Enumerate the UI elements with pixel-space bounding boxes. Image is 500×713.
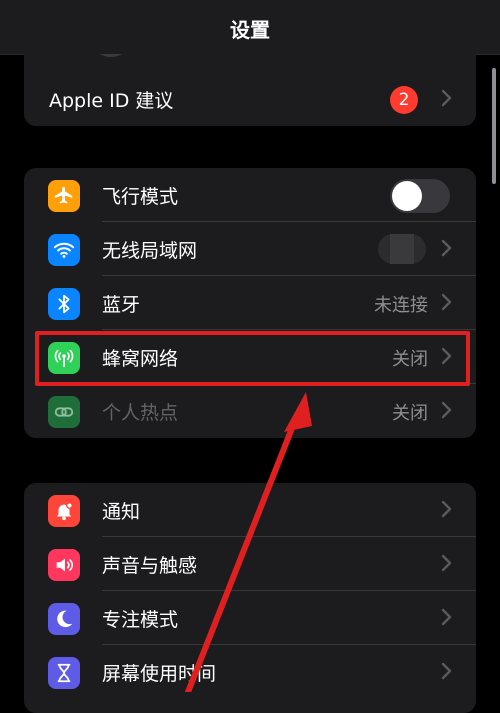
notifications-row[interactable]: 通知 xyxy=(24,483,476,537)
bluetooth-label: 蓝牙 xyxy=(102,294,141,316)
chevron-right-icon xyxy=(441,239,452,257)
bluetooth-row[interactable]: 蓝牙 未连接 xyxy=(24,276,476,330)
apple-id-suggestions-row[interactable]: Apple ID 建议 2 xyxy=(24,72,476,126)
notifications-label: 通知 xyxy=(102,501,141,523)
chevron-right-icon xyxy=(441,401,452,419)
navigation-bar: 设置 xyxy=(0,0,500,55)
chevron-right-icon xyxy=(441,662,452,680)
moon-icon xyxy=(48,603,80,635)
airplane-mode-label: 飞行模式 xyxy=(102,186,179,208)
chain-link-icon xyxy=(48,396,80,428)
annotation-highlight-box xyxy=(35,331,470,386)
sounds-row[interactable]: 声音与触感 xyxy=(24,537,476,591)
wifi-label: 无线局域网 xyxy=(102,240,198,262)
wifi-network-name-redacted xyxy=(378,234,426,264)
speaker-icon xyxy=(48,549,80,581)
toggle-knob xyxy=(392,181,422,211)
airplane-mode-toggle[interactable] xyxy=(390,179,450,213)
screen-time-row[interactable]: 屏幕使用时间 xyxy=(24,645,476,699)
hotspot-status: 关闭 xyxy=(392,403,428,424)
chevron-right-icon xyxy=(441,293,452,311)
focus-row[interactable]: 专注模式 xyxy=(24,591,476,645)
screen-time-label: 屏幕使用时间 xyxy=(102,663,217,685)
apple-id-group: Apple ID 建议 2 xyxy=(24,54,476,126)
notification-badge: 2 xyxy=(390,86,418,114)
page-title: 设置 xyxy=(230,18,270,42)
hotspot-label: 个人热点 xyxy=(102,402,179,424)
chevron-right-icon xyxy=(441,554,452,572)
notifications-group: 通知 声音与触感 专注模式 屏幕使用时间 xyxy=(24,483,476,713)
apple-id-suggestions-label: Apple ID 建议 xyxy=(49,90,174,112)
bluetooth-status: 未连接 xyxy=(374,295,428,316)
bluetooth-icon xyxy=(48,288,80,320)
wifi-row[interactable]: 无线局域网 xyxy=(24,222,476,276)
airplane-icon xyxy=(48,180,80,212)
wifi-icon xyxy=(48,234,80,266)
chevron-right-icon xyxy=(441,500,452,518)
airplane-mode-row[interactable]: 飞行模式 xyxy=(24,168,476,222)
sounds-label: 声音与触感 xyxy=(102,555,198,577)
chevron-right-icon xyxy=(441,89,452,107)
avatar xyxy=(88,54,134,57)
scrollbar[interactable] xyxy=(492,68,496,184)
bell-icon xyxy=(48,495,80,527)
hourglass-icon xyxy=(48,657,80,689)
chevron-right-icon xyxy=(441,608,452,626)
hotspot-row[interactable]: 个人热点 关闭 xyxy=(24,384,476,438)
network-group: 飞行模式 无线局域网 蓝牙 未连接 蜂窝网络 关闭 个人热点 关闭 xyxy=(24,168,476,438)
focus-label: 专注模式 xyxy=(102,609,179,631)
